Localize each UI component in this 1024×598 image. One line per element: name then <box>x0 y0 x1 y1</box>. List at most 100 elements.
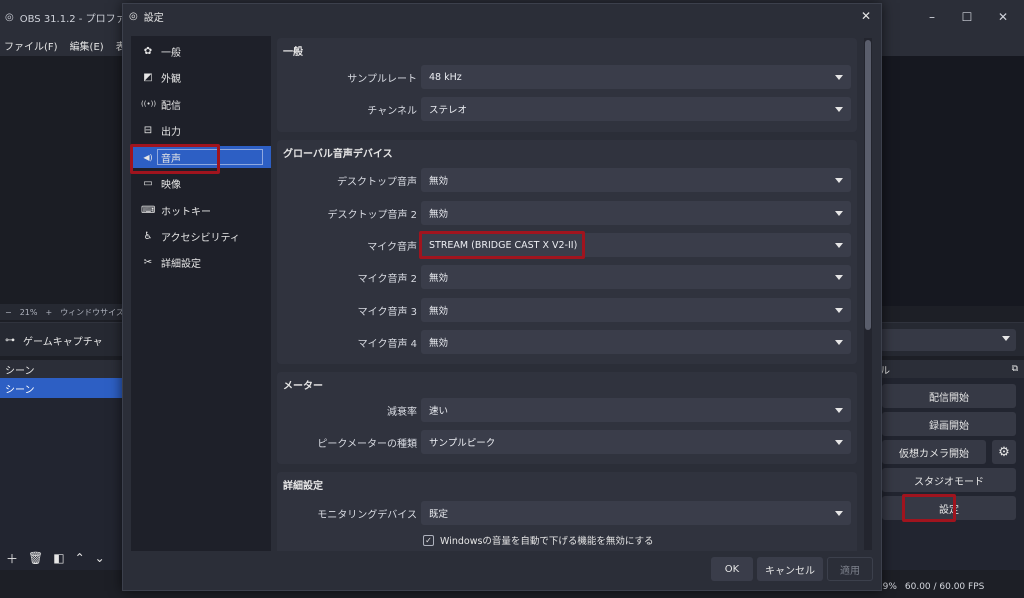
decay-rate-select[interactable]: 速い <box>421 398 851 422</box>
ok-button[interactable]: OK <box>711 557 753 581</box>
mic-audio-4-select[interactable]: 無効 <box>421 330 851 354</box>
chevron-down-icon <box>835 511 843 516</box>
chevron-down-icon <box>835 440 843 445</box>
select-value: サンプルピーク <box>429 438 496 449</box>
source-dropdown[interactable] <box>880 329 1016 351</box>
scrollbar-thumb[interactable] <box>865 40 871 330</box>
peak-meter-select[interactable]: サンプルピーク <box>421 430 851 454</box>
accessibility-icon: ♿ <box>143 230 153 242</box>
sidebar-item-general[interactable]: ✿ 一般 <box>131 40 271 62</box>
sidebar-item-advanced[interactable]: ✂ 詳細設定 <box>131 251 271 273</box>
chevron-down-icon <box>835 275 843 280</box>
desktop-audio-select[interactable]: 無効 <box>421 168 851 192</box>
zoom-bar: − 21% + ウィンドウサイズ <box>0 304 124 320</box>
settings-sidebar: ✿ 一般 ◩ 外観 ((•)) 配信 ⊟ 出力 ◀) 音声 ▭ 映像 ⌨ ホット… <box>131 36 271 551</box>
mic-audio-3-select[interactable]: 無効 <box>421 298 851 322</box>
settings-button[interactable]: 設定 <box>882 496 1016 520</box>
selection-outline <box>157 149 263 165</box>
obs-logo-icon: ◎ <box>129 10 138 22</box>
select-value: 無効 <box>429 273 449 284</box>
content-scrollbar[interactable] <box>864 38 872 550</box>
filter-icon[interactable]: ◧ <box>53 551 64 565</box>
mic-audio-select[interactable]: STREAM (BRIDGE CAST X V2-II) <box>421 233 851 257</box>
apply-button[interactable]: 適用 <box>827 557 873 581</box>
scene-toolbar: ＋ 🗑 ◧ ⌃ ⌄ <box>0 546 124 570</box>
mic-audio-2-label: マイク音声 2 <box>357 273 417 285</box>
peak-meter-row: ピークメーターの種類 サンプルピーク <box>277 430 857 454</box>
sidebar-item-audio[interactable]: ◀) 音声 <box>131 146 271 168</box>
start-recording-button[interactable]: 録画開始 <box>882 412 1016 436</box>
studio-mode-button[interactable]: スタジオモード <box>882 468 1016 492</box>
sidebar-item-output[interactable]: ⊟ 出力 <box>131 119 271 141</box>
close-icon[interactable]: ✕ <box>857 7 875 25</box>
desktop-audio-2-label: デスクトップ音声 2 <box>327 209 417 221</box>
scene-item[interactable]: シーン <box>0 378 124 398</box>
sidebar-item-label: ホットキー <box>161 206 211 218</box>
sidebar-item-stream[interactable]: ((•)) 配信 <box>131 93 271 115</box>
dialog-titlebar: ◎ 設定 <box>123 4 881 28</box>
broadcast-icon: ((•)) <box>141 100 157 108</box>
close-window-icon[interactable]: ✕ <box>986 0 1020 34</box>
undock-icon[interactable]: ⧉ <box>1012 364 1018 374</box>
chevron-down-icon <box>835 340 843 345</box>
ducking-checkbox-label: Windowsの音量を自動で下げる機能を無効にする <box>440 536 654 547</box>
channels-select[interactable]: ステレオ <box>421 97 851 121</box>
minimize-icon[interactable]: – <box>915 0 949 34</box>
sidebar-item-video[interactable]: ▭ 映像 <box>131 172 271 194</box>
maximize-icon[interactable]: ☐ <box>950 0 984 34</box>
menu-file[interactable]: ファイル(F) <box>4 38 58 53</box>
section-meters: メーター 減衰率 速い ピークメーターの種類 サンプルピーク <box>277 372 857 464</box>
speaker-icon: ◀) <box>143 152 153 162</box>
chevron-down-icon[interactable]: ⌄ <box>95 551 105 565</box>
zoom-in-button[interactable]: + <box>45 308 52 317</box>
sidebar-item-hotkeys[interactable]: ⌨ ホットキー <box>131 199 271 221</box>
section-general: 一般 サンプルレート 48 kHz チャンネル ステレオ <box>277 38 857 132</box>
chevron-down-icon <box>835 308 843 313</box>
sample-rate-row: サンプルレート 48 kHz <box>277 65 857 89</box>
chevron-up-icon[interactable]: ⌃ <box>75 551 85 565</box>
desktop-audio-row: デスクトップ音声 無効 <box>277 168 857 192</box>
section-title: 詳細設定 <box>283 481 323 492</box>
channels-row: チャンネル ステレオ <box>277 97 857 121</box>
mic-audio-2-row: マイク音声 2 無効 <box>277 265 857 289</box>
monitoring-device-label: モニタリングデバイス <box>317 509 417 521</box>
desktop-audio-label: デスクトップ音声 <box>337 176 417 188</box>
channels-label: チャンネル <box>367 105 417 117</box>
sidebar-item-label: 外観 <box>161 73 181 85</box>
sidebar-item-label: 配信 <box>161 100 181 112</box>
sidebar-item-label: アクセシビリティ <box>161 232 240 244</box>
gear-icon[interactable]: ⚙ <box>992 440 1016 464</box>
mic-audio-label: マイク音声 <box>367 241 417 253</box>
monitoring-device-select[interactable]: 既定 <box>421 501 851 525</box>
trash-icon[interactable]: 🗑 <box>28 551 43 565</box>
virtual-camera-button[interactable]: 仮想カメラ開始 <box>882 440 986 464</box>
settings-content: 一般 サンプルレート 48 kHz チャンネル ステレオ グローバル音声デバイス <box>275 36 859 551</box>
status-bar: 0.9% 60.00 / 60.00 FPS <box>874 576 1024 598</box>
peak-meter-label: ピークメーターの種類 <box>317 438 417 450</box>
start-streaming-button[interactable]: 配信開始 <box>882 384 1016 408</box>
mic-audio-4-label: マイク音声 4 <box>357 338 417 350</box>
gamepad-icon: ⊶ <box>5 334 15 346</box>
zoom-out-button[interactable]: − <box>5 308 12 317</box>
obs-logo-icon: ◎ <box>5 11 14 23</box>
cancel-button[interactable]: キャンセル <box>757 557 823 581</box>
sample-rate-select[interactable]: 48 kHz <box>421 65 851 89</box>
scenes-panel: シーン シーン ＋ 🗑 ◧ ⌃ ⌄ <box>0 360 124 570</box>
chevron-down-icon <box>835 408 843 413</box>
scenes-header: シーン <box>0 360 124 378</box>
source-label[interactable]: ⊶ ゲームキャプチャ <box>5 323 103 357</box>
add-icon[interactable]: ＋ <box>6 550 18 567</box>
monitoring-device-row: モニタリングデバイス 既定 <box>277 501 857 525</box>
select-value: STREAM (BRIDGE CAST X V2-II) <box>429 239 578 251</box>
decay-rate-row: 減衰率 速い <box>277 398 857 422</box>
zoom-window-size[interactable]: ウィンドウサイズ <box>60 307 124 318</box>
ducking-checkbox-row[interactable]: ✓ Windowsの音量を自動で下げる機能を無効にする <box>423 532 654 548</box>
mic-audio-2-select[interactable]: 無効 <box>421 265 851 289</box>
menu-edit[interactable]: 編集(E) <box>70 38 104 53</box>
sidebar-item-appearance[interactable]: ◩ 外観 <box>131 66 271 88</box>
chevron-down-icon <box>835 211 843 216</box>
select-value: ステレオ <box>429 105 468 116</box>
ducking-checkbox[interactable]: ✓ <box>423 534 434 546</box>
sidebar-item-accessibility[interactable]: ♿ アクセシビリティ <box>131 225 271 247</box>
desktop-audio-2-select[interactable]: 無効 <box>421 201 851 225</box>
